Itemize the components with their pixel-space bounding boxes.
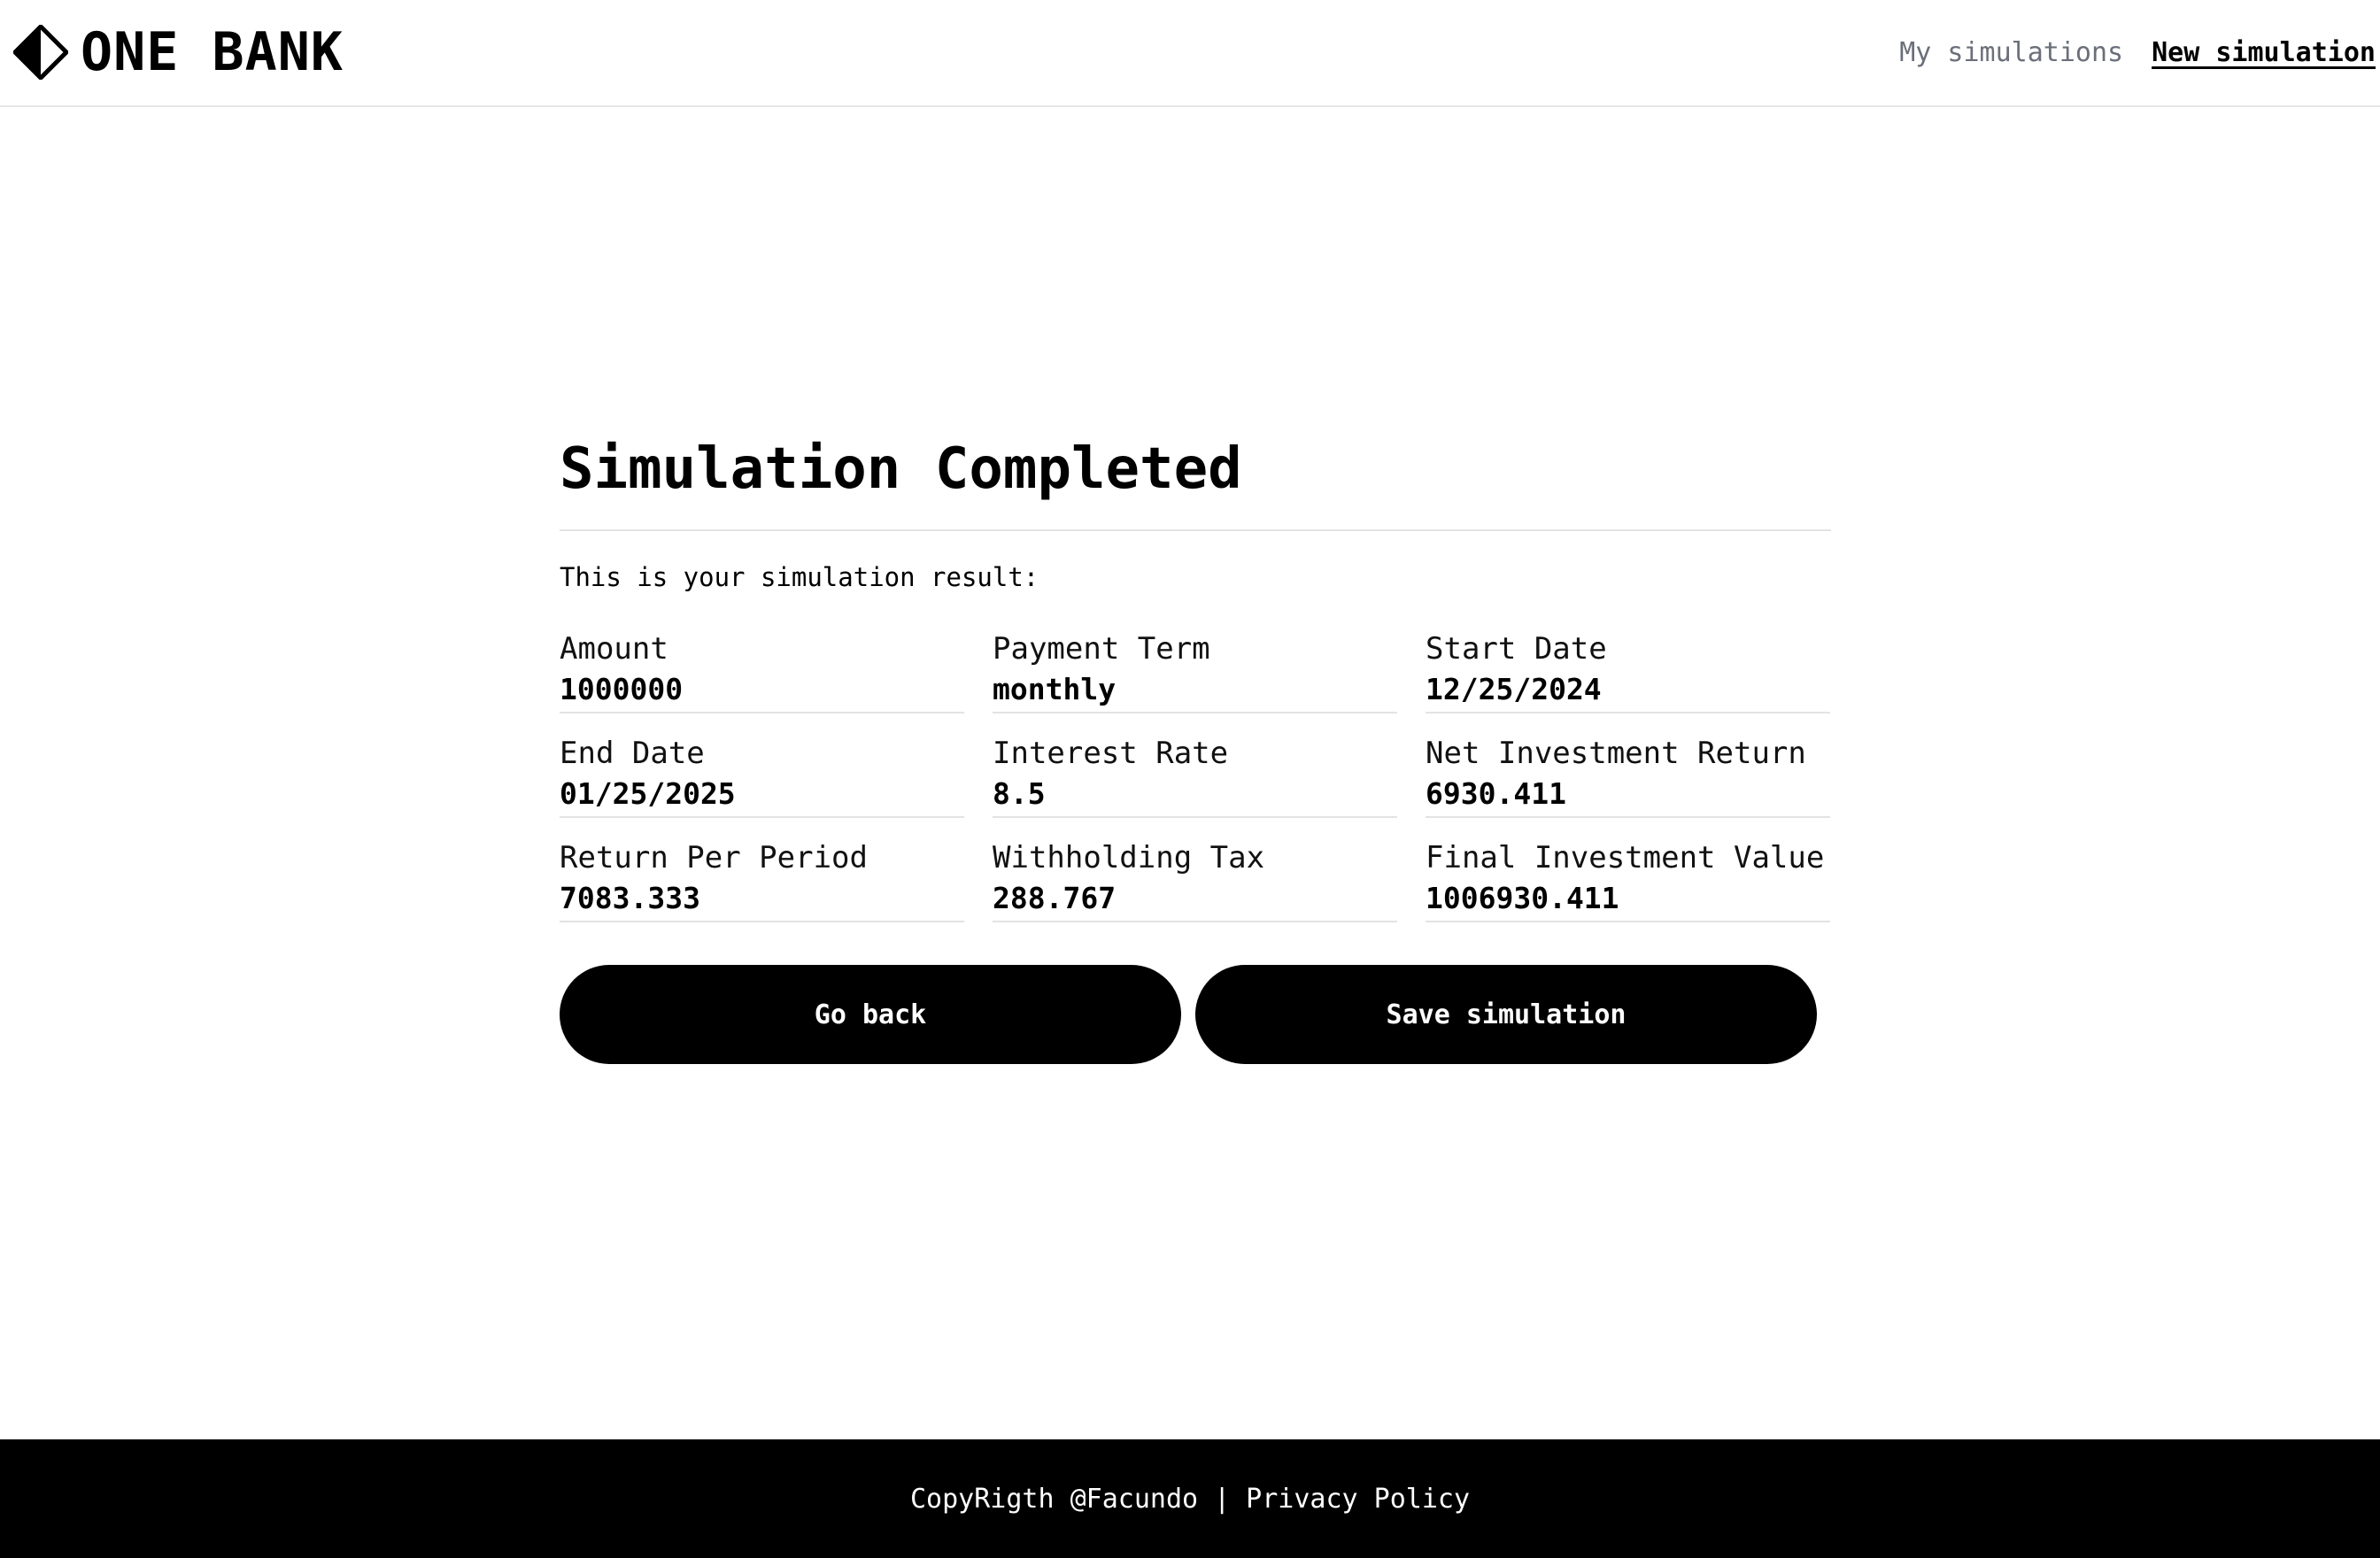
field-return-per-period: Return Per Period 7083.333 (560, 837, 964, 922)
top-navbar: ONE BANK My simulations New simulation (0, 0, 2380, 107)
go-back-button[interactable]: Go back (560, 965, 1181, 1064)
field-value: 12/25/2024 (1426, 672, 1602, 706)
field-value: 01/25/2025 (560, 776, 736, 811)
field-end-date: End Date 01/25/2025 (560, 733, 964, 818)
field-label: Start Date (1426, 631, 1607, 667)
field-value: 1000000 (560, 672, 684, 706)
main-nav: My simulations New simulation (1899, 32, 2376, 74)
privacy-policy-link[interactable]: Privacy Policy (1246, 1484, 1470, 1515)
brand[interactable]: ONE BANK (13, 21, 344, 83)
field-label: Withholding Tax (993, 840, 1265, 875)
field-interest-rate: Interest Rate 8.5 (993, 733, 1397, 818)
field-net-investment-return: Net Investment Return 6930.411 (1426, 733, 1830, 818)
field-value: 6930.411 (1426, 776, 1566, 811)
field-value: monthly (993, 672, 1117, 706)
nav-link-my-simulations[interactable]: My simulations (1899, 32, 2123, 74)
field-final-investment-value: Final Investment Value 1006930.411 (1426, 837, 1830, 922)
field-label: Final Investment Value (1426, 840, 1825, 875)
field-amount: Amount 1000000 (560, 629, 964, 713)
field-value: 288.767 (993, 881, 1117, 915)
field-label: Interest Rate (993, 736, 1229, 771)
footer: CopyRigth @Facundo | Privacy Policy (0, 1439, 2380, 1558)
result-intro-text: This is your simulation result: (560, 562, 1039, 592)
field-label: Payment Term (993, 631, 1210, 667)
field-withholding-tax: Withholding Tax 288.767 (993, 837, 1397, 922)
copyright-text: CopyRigth @Facundo (909, 1483, 1199, 1515)
diamond-half-logo-icon (13, 25, 68, 80)
field-label: End Date (560, 736, 705, 771)
page-title: Simulation Completed (560, 432, 1831, 531)
result-fields-grid: Amount 1000000 Payment Term monthly Star… (560, 629, 1831, 922)
field-payment-term: Payment Term monthly (993, 629, 1397, 713)
field-value: 7083.333 (560, 881, 700, 915)
nav-link-new-simulation[interactable]: New simulation (2152, 32, 2376, 74)
save-simulation-button[interactable]: Save simulation (1195, 965, 1817, 1064)
field-value: 1006930.411 (1426, 881, 1619, 915)
field-label: Net Investment Return (1426, 736, 1806, 771)
page: ONE BANK My simulations New simulation S… (0, 0, 2380, 1558)
field-start-date: Start Date 12/25/2024 (1426, 629, 1830, 713)
footer-separator: | (1214, 1483, 1231, 1515)
simulation-result-card: Simulation Completed This is your simula… (560, 432, 1831, 1064)
brand-name: ONE BANK (81, 21, 344, 83)
field-label: Amount (560, 631, 668, 667)
field-value: 8.5 (993, 776, 1046, 811)
action-buttons: Go back Save simulation (560, 965, 1831, 1064)
field-label: Return Per Period (560, 840, 868, 875)
